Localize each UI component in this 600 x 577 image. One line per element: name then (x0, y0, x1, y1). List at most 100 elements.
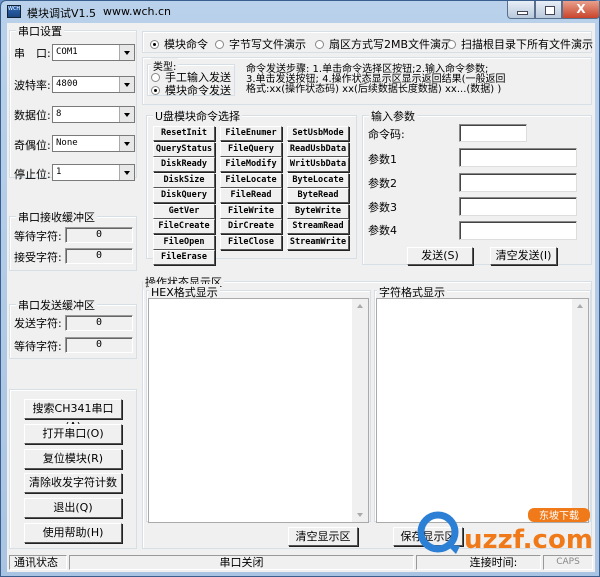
param4-input[interactable] (459, 221, 577, 240)
radio-selected-icon (151, 85, 160, 95)
scroll-up-icon[interactable] (357, 304, 363, 308)
radio-icon (447, 39, 456, 49)
rx-waiting-count: 0 (65, 227, 133, 243)
connect-time: 连接时间: (416, 555, 541, 570)
command-button-setusbmode[interactable]: SetUsbMode (287, 126, 349, 141)
search-ch341-button[interactable]: 搜索CH341串口(A) (24, 399, 122, 433)
open-port-button[interactable]: 打开串口(O) (24, 424, 122, 444)
databits-select[interactable]: 8 (52, 106, 135, 123)
tx-waiting-label: 等待字符: (14, 340, 62, 353)
rx-buffer-group: 串口接收缓冲区 等待字符: 0 接受字符: 0 (9, 209, 137, 271)
command-button-filecreate[interactable]: FileCreate (153, 219, 215, 234)
type-module-radio[interactable]: 模块命令发送 (151, 82, 231, 98)
parity-value: None (56, 138, 78, 148)
command-button-fileread[interactable]: FileRead (220, 188, 282, 203)
command-button-querystatus[interactable]: QueryStatus (153, 141, 215, 157)
chevron-down-icon[interactable] (119, 45, 134, 60)
mode-label: 扫描根目录下所有文件演示 (461, 38, 593, 51)
actions-group: 搜索CH341串口(A) 打开串口(O) 复位模块(R) 清除收发字符计数 退出… (9, 389, 137, 549)
clear-display-button[interactable]: 清空显示区 (288, 527, 358, 546)
param2-label: 参数2 (368, 177, 397, 190)
send-button[interactable]: 发送(S) (407, 247, 473, 265)
command-button-fileclose[interactable]: FileClose (220, 234, 282, 250)
scroll-up-icon[interactable] (577, 304, 583, 308)
reset-module-button[interactable]: 复位模块(R) (24, 449, 122, 469)
stopbits-select[interactable]: 1 (52, 164, 135, 181)
command-button-disksize[interactable]: DiskSize (153, 172, 215, 188)
command-button-diskquery[interactable]: DiskQuery (153, 188, 215, 203)
command-button-streamread[interactable]: StreamRead (287, 219, 349, 234)
clear-counters-button[interactable]: 清除收发字符计数 (24, 473, 122, 493)
param3-label: 参数3 (368, 201, 397, 214)
watermark-q-icon (417, 511, 459, 553)
watermark-text: uzzf.com (464, 525, 593, 555)
param1-input[interactable] (459, 148, 577, 167)
hex-scrollbar[interactable] (352, 299, 368, 522)
chevron-down-icon[interactable] (119, 136, 134, 151)
title-bar[interactable]: WCH 模块调试V1.5 www.wch.cn X (1, 1, 600, 23)
mode-scan-root[interactable]: 扫描根目录下所有文件演示 (447, 36, 593, 52)
command-button-filemodify[interactable]: FileModify (220, 157, 282, 172)
scroll-down-icon[interactable] (357, 513, 363, 517)
param1-label: 参数1 (368, 153, 397, 166)
command-button-fileopen[interactable]: FileOpen (153, 234, 215, 250)
command-button-filelocate[interactable]: FileLocate (220, 172, 282, 188)
hex-display-textarea[interactable] (148, 298, 369, 523)
command-button-getver[interactable]: GetVer (153, 203, 215, 219)
mode-label: 模块命令 (164, 38, 208, 51)
command-code-label: 命令码: (368, 128, 405, 141)
rx-waiting-label: 等待字符: (14, 230, 62, 243)
help-button[interactable]: 使用帮助(H) (24, 523, 122, 543)
rx-received-count: 0 (65, 248, 133, 264)
parity-label: 奇偶位: (14, 139, 51, 152)
radio-selected-icon (150, 39, 159, 49)
app-icon: WCH (7, 5, 21, 18)
command-button-filewrite[interactable]: FileWrite (220, 203, 282, 219)
port-select[interactable]: COM1 (52, 44, 135, 61)
command-button-writusbdata[interactable]: WritUsbData (287, 157, 349, 172)
command-button-resetinit[interactable]: ResetInit (153, 126, 215, 141)
mode-label: 字节写文件演示 (229, 38, 306, 51)
command-button-bytelocate[interactable]: ByteLocate (287, 172, 349, 188)
command-button-diskready[interactable]: DiskReady (153, 157, 215, 172)
exit-button[interactable]: 退出(Q) (24, 498, 122, 518)
command-button-fileenumer[interactable]: FileEnumer (220, 126, 282, 141)
parity-select[interactable]: None (52, 135, 135, 152)
maximize-button[interactable] (535, 1, 562, 19)
chevron-down-icon[interactable] (119, 165, 134, 180)
command-button-readusbdata[interactable]: ReadUsbData (287, 141, 349, 157)
char-display-textarea[interactable] (376, 298, 589, 523)
clear-send-button[interactable]: 清空发送(I) (490, 247, 557, 265)
chevron-down-icon[interactable] (119, 107, 134, 122)
param3-input[interactable] (459, 197, 577, 216)
char-scrollbar[interactable] (572, 299, 588, 522)
window-title: 模块调试V1.5 (27, 7, 97, 20)
command-button-filequery[interactable]: FileQuery (220, 141, 282, 157)
mode-group: 模块命令 字节写文件演示 扇区方式写2MB文件演示 扫描根目录下所有文件演示 (142, 31, 593, 53)
watermark-logo: 东坡下载 uzzf.com (416, 506, 596, 556)
baud-select[interactable]: 4800 (52, 76, 135, 93)
close-icon: X (576, 2, 586, 16)
mode-sector-write[interactable]: 扇区方式写2MB文件演示 (315, 36, 452, 52)
port-status: 串口关闭 (69, 555, 414, 570)
mode-module-command[interactable]: 模块命令 (150, 36, 208, 52)
radio-icon (151, 72, 160, 82)
char-display-group: 字符格式显示 (374, 284, 591, 523)
command-button-streamwrite[interactable]: StreamWrite (287, 234, 349, 250)
commands-group: U盘模块命令选择 ResetInit QueryStatus DiskReady Di… (146, 108, 357, 265)
command-button-bytewrite[interactable]: ByteWrite (287, 203, 349, 219)
command-code-input[interactable] (459, 124, 527, 142)
mode-label: 扇区方式写2MB文件演示 (329, 38, 453, 51)
watermark-graphic: 东坡下载 uzzf.com (417, 508, 593, 555)
client-area: 串口设置 串 口: COM1 波特率: 4800 数据位: 8 奇偶位: Non… (7, 23, 595, 572)
tx-sent-count: 0 (65, 315, 133, 331)
mode-byte-write[interactable]: 字节写文件演示 (215, 36, 306, 52)
command-button-fileerase[interactable]: FileErase (153, 250, 215, 265)
close-button[interactable]: X (562, 1, 600, 19)
param2-input[interactable] (459, 173, 577, 192)
chevron-down-icon[interactable] (119, 77, 134, 92)
command-button-dircreate[interactable]: DirCreate (220, 219, 282, 234)
minimize-button[interactable] (507, 1, 535, 19)
params-title: 输入参数 (369, 108, 417, 124)
command-button-byteread[interactable]: ByteRead (287, 188, 349, 203)
